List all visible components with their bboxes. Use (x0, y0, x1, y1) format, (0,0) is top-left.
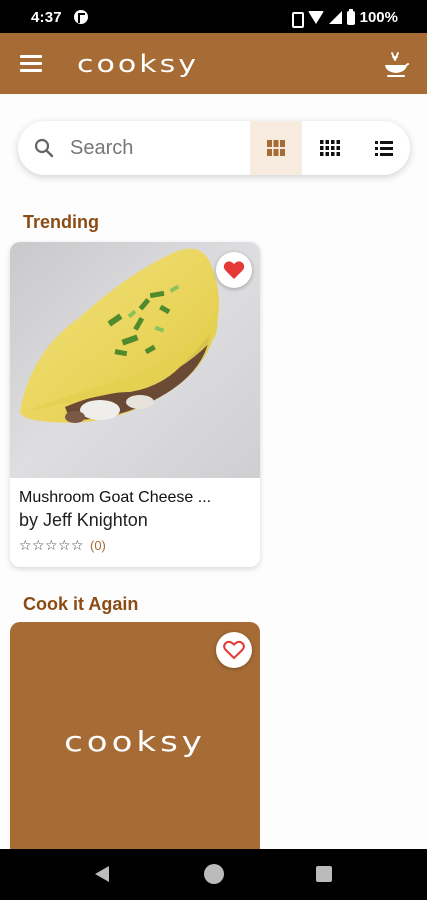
status-bar: 4:37 100% (0, 0, 427, 33)
large-grid-icon (267, 140, 285, 156)
star-empty-icon: ☆ (19, 537, 32, 554)
vibrate-icon (289, 11, 304, 28)
recipe-author: by Jeff Knighton (19, 510, 148, 530)
heart-outline-icon (223, 640, 245, 660)
menu-icon[interactable] (20, 55, 42, 73)
search-bar (18, 121, 410, 175)
favorite-button[interactable] (216, 632, 252, 668)
back-icon[interactable] (95, 866, 109, 882)
battery-percent: 100% (359, 9, 398, 26)
home-icon[interactable] (204, 864, 224, 884)
small-grid-icon (320, 140, 340, 156)
app-bar: cooksy (0, 33, 427, 94)
heart-filled-icon (223, 261, 245, 279)
cooking-pot-icon[interactable] (383, 50, 409, 78)
recipe-rating: ☆ ☆ ☆ ☆ ☆ (0) (19, 538, 106, 553)
battery-icon (346, 8, 355, 25)
status-time: 4:37 (31, 9, 62, 26)
search-icon (34, 138, 54, 158)
app-screen: 4:37 100% cooksy Search Trending Mushroo… (0, 0, 427, 900)
star-empty-icon: ☆ (45, 537, 58, 554)
recents-icon[interactable] (316, 866, 332, 882)
recipe-card[interactable]: Mushroom Goat Cheese ... by Jeff Knighto… (10, 242, 260, 567)
favorite-button[interactable] (216, 252, 252, 288)
section-title-cook-again: Cook it Again (23, 594, 139, 614)
search-input[interactable] (70, 121, 250, 175)
signal-icon (328, 11, 342, 24)
app-title: cooksy (77, 50, 199, 79)
star-empty-icon: ☆ (71, 537, 84, 554)
list-icon (375, 140, 393, 156)
list-view-button[interactable] (358, 121, 410, 175)
status-icons: 100% (289, 8, 398, 28)
system-nav-bar (0, 849, 427, 900)
recipe-title: Mushroom Goat Cheese ... (19, 489, 212, 506)
wifi-icon (307, 11, 324, 24)
star-empty-icon: ☆ (32, 537, 45, 554)
cooksy-logo: cooksy (64, 726, 206, 758)
large-grid-view-button[interactable] (250, 121, 302, 175)
recipe-card[interactable]: cooksy (10, 622, 260, 862)
star-empty-icon: ☆ (58, 537, 71, 554)
section-title-trending: Trending (23, 212, 99, 232)
small-grid-view-button[interactable] (304, 121, 356, 175)
pocket-casts-icon (74, 10, 88, 24)
rating-count: (0) (90, 538, 106, 553)
